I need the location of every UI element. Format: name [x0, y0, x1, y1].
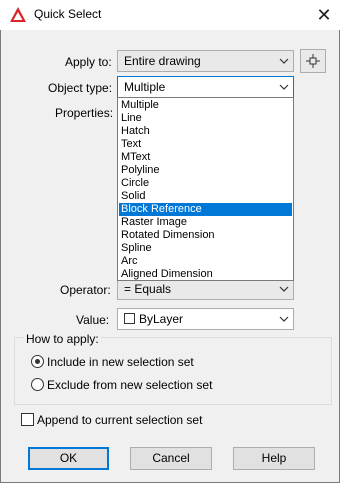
object-type-label: Object type: [48, 81, 113, 95]
value-label: Value: [76, 313, 110, 327]
include-radio[interactable] [31, 355, 44, 368]
object-type-value: Multiple [124, 80, 166, 94]
close-icon[interactable]: ✕ [312, 3, 336, 27]
apply-to-value: Entire drawing [124, 54, 201, 68]
operator-label: Operator: [60, 283, 111, 297]
dropdown-option[interactable]: Text [119, 138, 292, 151]
crosshair-icon [306, 54, 320, 68]
append-checkbox[interactable] [21, 413, 34, 426]
chevron-down-icon [279, 58, 289, 64]
object-type-select[interactable]: Multiple [117, 76, 294, 98]
append-checkbox-label[interactable]: Append to current selection set [37, 413, 202, 427]
dropdown-option[interactable]: MText [119, 151, 292, 164]
window-border [0, 30, 1, 483]
properties-label: Properties: [55, 106, 114, 120]
dropdown-option[interactable]: Solid [119, 190, 292, 203]
operator-value: = Equals [124, 282, 172, 296]
dropdown-option[interactable]: Arc [119, 255, 292, 268]
dropdown-option[interactable]: Aligned Dimension [119, 268, 292, 281]
apply-to-select[interactable]: Entire drawing [117, 50, 294, 72]
value-value: ByLayer [139, 312, 184, 326]
select-objects-button[interactable] [300, 49, 326, 73]
ok-button[interactable]: OK [28, 447, 109, 470]
object-type-dropdown-list: Multiple Line Hatch Text MText Polyline … [117, 97, 294, 281]
color-swatch [124, 313, 135, 324]
cancel-button[interactable]: Cancel [130, 447, 212, 470]
dropdown-option[interactable]: Line [119, 112, 292, 125]
include-radio-label[interactable]: Include in new selection set [47, 355, 194, 369]
help-button[interactable]: Help [233, 447, 315, 470]
operator-select[interactable]: = Equals [117, 278, 294, 300]
exclude-radio-label[interactable]: Exclude from new selection set [47, 378, 212, 392]
chevron-down-icon [279, 84, 289, 90]
chevron-down-icon [279, 316, 289, 322]
dropdown-option[interactable]: Hatch [119, 125, 292, 138]
dropdown-option[interactable]: Raster Image [119, 216, 292, 229]
how-to-apply-label: How to apply: [24, 332, 101, 346]
how-to-apply-group [14, 337, 332, 405]
apply-to-label: Apply to: [65, 55, 112, 69]
value-select[interactable]: ByLayer [117, 308, 294, 330]
dropdown-option-highlighted[interactable]: Block Reference [119, 203, 292, 216]
exclude-radio[interactable] [31, 378, 44, 391]
dropdown-option[interactable]: Spline [119, 242, 292, 255]
dropdown-option[interactable]: Polyline [119, 164, 292, 177]
dropdown-option[interactable]: Rotated Dimension [119, 229, 292, 242]
autocad-app-icon [9, 6, 27, 24]
chevron-down-icon [279, 286, 289, 292]
dropdown-option[interactable]: Circle [119, 177, 292, 190]
dropdown-option[interactable]: Multiple [119, 99, 292, 112]
window-title: Quick Select [34, 7, 102, 21]
